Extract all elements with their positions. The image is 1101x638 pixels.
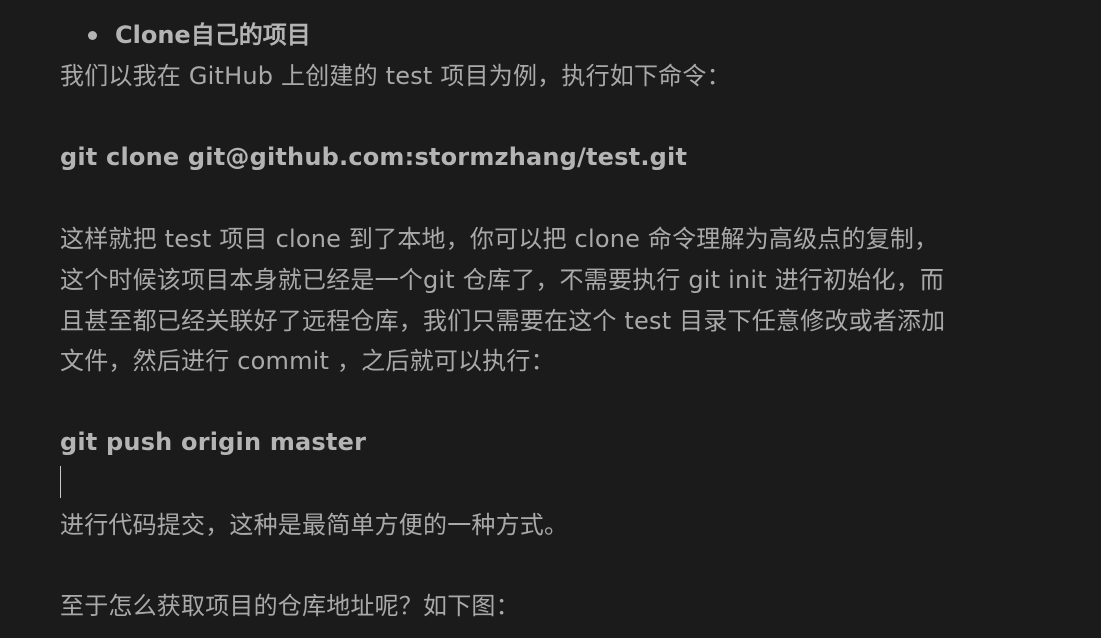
document-body: Clone自己的项目 我们以我在 GitHub 上创建的 test 项目为例，执… [0, 0, 1101, 638]
paragraph-line-4[interactable]: 文件，然后进行 commit ，之后就可以执行： [60, 341, 555, 381]
intro-text[interactable]: 我们以我在 GitHub 上创建的 test 项目为例，执行如下命令： [60, 56, 731, 96]
text-cursor [60, 466, 61, 498]
clone-command[interactable]: git clone git@github.com:stormzhang/test… [60, 137, 687, 177]
paragraph-line-2[interactable]: 这个时候该项目本身就已经是一个git 仓库了，不需要执行 git init 进行… [60, 260, 944, 300]
paragraph-line-1[interactable]: 这样就把 test 项目 clone 到了本地，你可以把 clone 命令理解为… [60, 219, 938, 259]
push-command[interactable]: git push origin master [60, 422, 366, 462]
summary-text[interactable]: 进行代码提交，这种是最简单方便的一种方式。 [60, 505, 568, 545]
section-heading: Clone自己的项目 [115, 21, 311, 49]
bullet-item: Clone自己的项目 [88, 15, 311, 55]
bullet-dot-icon [88, 30, 97, 40]
question-text[interactable]: 至于怎么获取项目的仓库地址呢？如下图： [60, 586, 520, 626]
paragraph-line-3[interactable]: 且甚至都已经关联好了远程仓库，我们只需要在这个 test 目录下任意修改或者添加 [60, 301, 945, 341]
